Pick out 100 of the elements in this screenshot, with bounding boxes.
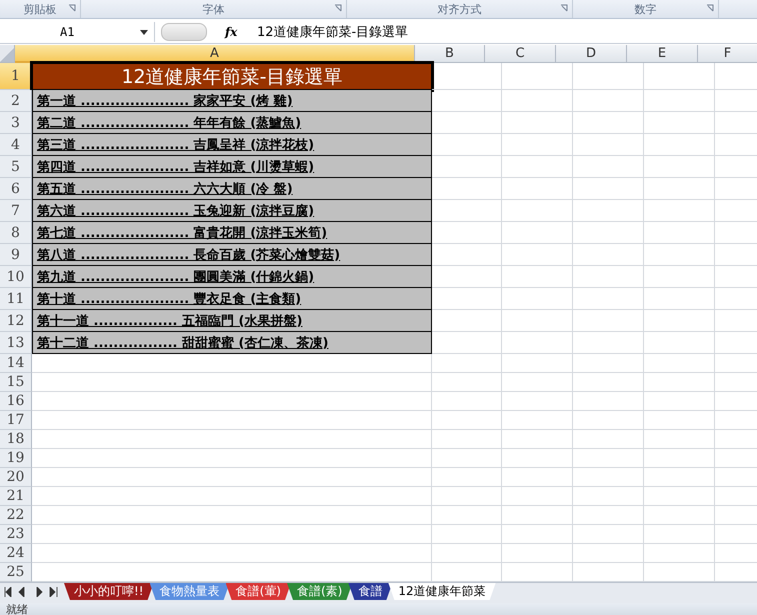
formula-field[interactable]: 12道健康年節菜-目錄選單	[257, 23, 408, 41]
empty-cell	[502, 63, 573, 90]
row-header[interactable]: 10	[0, 266, 32, 288]
menu-item-cell: 第十一道 ................. 五福臨門 (水果拼盤)	[32, 310, 432, 332]
dialog-launcher-icon[interactable]	[560, 4, 568, 12]
empty-cell	[644, 178, 715, 200]
column-header[interactable]: B	[415, 45, 485, 63]
empty-cell	[573, 487, 644, 506]
empty-cell	[644, 544, 715, 563]
row-header[interactable]: 19	[0, 449, 32, 468]
menu-item-cell: 第九道 ...................... 團圓美滿 (什錦火鍋)	[32, 266, 432, 288]
sheet-tab[interactable]: 12道健康年節菜	[388, 583, 496, 600]
row-header[interactable]: 11	[0, 288, 32, 310]
sheet-tab[interactable]: 食譜(素)	[287, 583, 352, 600]
column-header[interactable]: F	[698, 45, 757, 63]
empty-cell	[644, 487, 715, 506]
menu-item-cell: 第六道 ...................... 玉兔迎新 (涼拌豆腐)	[32, 200, 432, 222]
title-cell: 12道健康年節菜-目錄選單	[32, 63, 432, 90]
row-header[interactable]: 25	[0, 563, 32, 582]
empty-cell	[432, 544, 502, 563]
sheet-tab[interactable]: 食譜(葷)	[226, 583, 291, 600]
row-header[interactable]: 3	[0, 112, 32, 134]
name-box[interactable]: A1	[0, 22, 155, 42]
empty-cell	[502, 544, 573, 563]
row-header[interactable]: 16	[0, 392, 32, 411]
empty-cell	[644, 310, 715, 332]
row-header[interactable]: 14	[0, 354, 32, 373]
empty-cell	[644, 63, 715, 90]
row-header[interactable]: 12	[0, 310, 32, 332]
row-header[interactable]: 2	[0, 90, 32, 112]
empty-cell	[573, 200, 644, 222]
dialog-launcher-icon[interactable]	[68, 4, 76, 12]
empty-cell	[432, 354, 502, 373]
empty-cell	[502, 178, 573, 200]
row-header[interactable]: 5	[0, 156, 32, 178]
empty-cell	[502, 222, 573, 244]
empty-cell	[502, 288, 573, 310]
empty-cell	[644, 134, 715, 156]
empty-cell	[573, 506, 644, 525]
row-header[interactable]: 21	[0, 487, 32, 506]
empty-cell	[644, 266, 715, 288]
empty-cell	[432, 449, 502, 468]
dialog-launcher-icon[interactable]	[334, 4, 342, 12]
empty-cell	[573, 468, 644, 487]
row-header[interactable]: 13	[0, 332, 32, 354]
empty-cell	[644, 222, 715, 244]
row-header[interactable]: 7	[0, 200, 32, 222]
group-label: 字体	[202, 2, 224, 16]
menu-item-cell: 第七道 ...................... 富貴花開 (涼拌玉米筍)	[32, 222, 432, 244]
empty-cell	[432, 430, 502, 449]
insert-function-button[interactable]: fx	[225, 25, 249, 39]
empty-cell	[644, 354, 715, 373]
empty-cell	[573, 266, 644, 288]
group-label: 数字	[634, 2, 656, 16]
row-header[interactable]: 8	[0, 222, 32, 244]
empty-cell	[644, 200, 715, 222]
row-header[interactable]: 1	[0, 63, 32, 90]
row-header[interactable]: 15	[0, 373, 32, 392]
empty-cell	[573, 354, 644, 373]
row-header[interactable]: 22	[0, 506, 32, 525]
row-header[interactable]: 24	[0, 544, 32, 563]
column-header[interactable]: C	[485, 45, 556, 63]
dialog-launcher-icon[interactable]	[706, 4, 714, 12]
empty-cell	[502, 392, 573, 411]
menu-item-cell: 第三道 ...................... 吉鳳呈祥 (涼拌花枝)	[32, 134, 432, 156]
formula-bar-handle[interactable]	[161, 23, 207, 41]
empty-cell	[573, 332, 644, 354]
empty-cell	[432, 392, 502, 411]
empty-cell	[502, 411, 573, 430]
select-all-corner[interactable]	[0, 45, 15, 63]
row-header[interactable]: 20	[0, 468, 32, 487]
empty-cell	[502, 134, 573, 156]
caret-icon[interactable]	[140, 30, 148, 34]
empty-cell	[573, 244, 644, 266]
row-header[interactable]: 6	[0, 178, 32, 200]
empty-cell	[573, 310, 644, 332]
row-header[interactable]: 17	[0, 411, 32, 430]
empty-cell	[573, 430, 644, 449]
empty-cell	[502, 200, 573, 222]
menu-item-cell: 第五道 ...................... 六六大順 (冷 盤)	[32, 178, 432, 200]
row-header[interactable]: 18	[0, 430, 32, 449]
sheet-navigation-icon[interactable]	[4, 587, 58, 597]
empty-cell	[573, 222, 644, 244]
sheet-tab[interactable]: 食譜	[348, 583, 392, 600]
row-header[interactable]: 4	[0, 134, 32, 156]
sheet-tab[interactable]: 小小的叮嚀!!	[64, 583, 154, 600]
empty-cell	[502, 310, 573, 332]
empty-cell	[573, 544, 644, 563]
empty-cell	[502, 156, 573, 178]
menu-item-cell: 第十道 ...................... 豐衣足食 (主食類)	[32, 288, 432, 310]
column-header[interactable]: D	[556, 45, 627, 63]
menu-item-cell: 第十二道 ................. 甜甜蜜蜜 (杏仁凍、茶凍)	[32, 332, 432, 354]
empty-cell	[644, 288, 715, 310]
empty-cell	[644, 244, 715, 266]
empty-cell	[432, 525, 502, 544]
menu-item-cell: 第一道 ...................... 家家平安 (烤 雞)	[32, 90, 432, 112]
column-header[interactable]: E	[627, 45, 698, 63]
row-header[interactable]: 23	[0, 525, 32, 544]
row-header[interactable]: 9	[0, 244, 32, 266]
group-label: 剪貼板	[24, 2, 56, 16]
